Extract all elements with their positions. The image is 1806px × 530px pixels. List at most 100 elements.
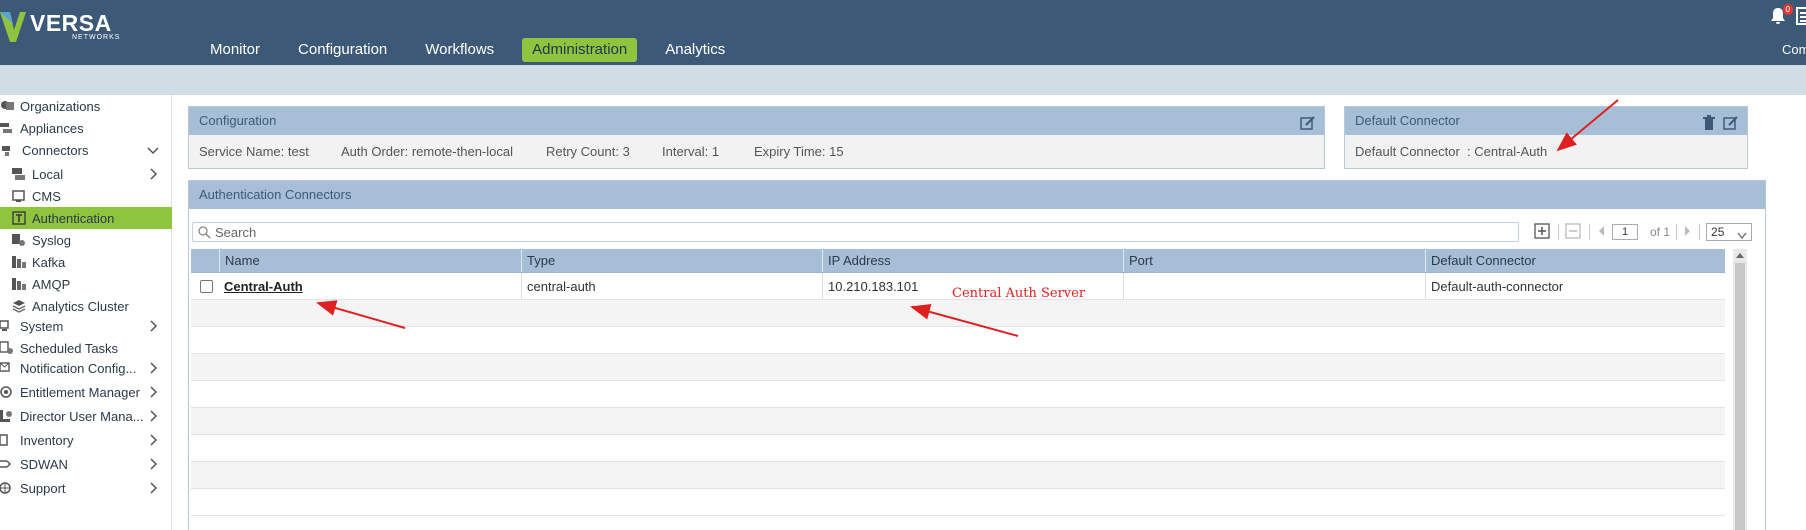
- sidebar-item-label: Organizations: [20, 98, 101, 114]
- configuration-panel-header: Configuration: [189, 107, 1324, 135]
- page-number-input[interactable]: 1: [1612, 224, 1638, 240]
- retry-count-value: 3: [622, 144, 630, 159]
- nav-workflows[interactable]: Workflows: [415, 38, 504, 62]
- appliances-icon: [0, 121, 14, 135]
- sidebar-item-label: AMQP: [32, 276, 71, 292]
- chevron-right-icon[interactable]: [146, 409, 160, 423]
- page-count-label: of 1: [1650, 225, 1671, 239]
- authentication-icon: [12, 211, 26, 225]
- admin-sidebar: Organizations Appliances Connectors Loca…: [0, 95, 172, 530]
- notifications-bell-icon[interactable]: 0: [1770, 4, 1793, 25]
- local-icon: [12, 167, 26, 181]
- default-connector-panel-header: Default Connector: [1345, 107, 1747, 135]
- empty-table-row: [191, 327, 1725, 354]
- prev-page-icon[interactable]: [1596, 223, 1606, 241]
- remove-icon[interactable]: [1565, 223, 1583, 241]
- notification-icon: [0, 361, 14, 375]
- scroll-up-icon[interactable]: [1736, 253, 1744, 258]
- panel-title: Default Connector: [1355, 113, 1460, 128]
- chevron-right-icon[interactable]: [146, 167, 160, 181]
- sidebar-item-scheduled-tasks[interactable]: Scheduled Tasks: [0, 337, 172, 359]
- add-icon[interactable]: [1534, 223, 1552, 241]
- sidebar-item-syslog[interactable]: Syslog: [0, 229, 172, 251]
- search-input[interactable]: Search: [192, 222, 1519, 242]
- sidebar-item-appliances[interactable]: Appliances: [0, 117, 172, 139]
- sidebar-item-amqp[interactable]: AMQP: [0, 273, 172, 295]
- interval-field: Interval: 1: [662, 144, 720, 159]
- column-header-port[interactable]: Port: [1123, 249, 1425, 272]
- chevron-right-icon[interactable]: [146, 385, 160, 399]
- sidebar-item-authentication[interactable]: Authentication: [0, 207, 172, 229]
- sidebar-item-label: Inventory: [20, 432, 74, 448]
- nav-monitor[interactable]: Monitor: [200, 38, 270, 62]
- task-list-icon[interactable]: [1796, 7, 1806, 25]
- next-page-icon[interactable]: [1683, 223, 1693, 241]
- auth-order-value: remote-then-local: [411, 144, 513, 159]
- chevron-right-icon[interactable]: [146, 319, 160, 333]
- panel-title: Authentication Connectors: [199, 187, 352, 202]
- amqp-icon: [12, 277, 26, 291]
- edit-icon[interactable]: [1723, 113, 1739, 130]
- pagination: 1 of 1 25: [1534, 221, 1753, 243]
- sidebar-item-connectors[interactable]: Connectors: [0, 139, 172, 161]
- scrollbar-thumb[interactable]: [1735, 263, 1745, 530]
- search-placeholder: Search: [215, 225, 257, 240]
- trash-icon[interactable]: [1701, 113, 1717, 130]
- connector-name-link[interactable]: Central-Auth: [224, 279, 303, 294]
- column-header-name[interactable]: Name: [219, 249, 521, 272]
- default-connector-value: Central-Auth: [1474, 144, 1548, 159]
- table-scrollbar[interactable]: [1733, 249, 1747, 530]
- sidebar-item-organizations[interactable]: Organizations: [0, 95, 172, 117]
- nav-configuration[interactable]: Configuration: [288, 38, 397, 62]
- service-name-field: Service Name: test: [199, 144, 309, 159]
- brand-name: VERSA: [30, 10, 112, 36]
- authentication-connectors-header: Authentication Connectors: [189, 181, 1765, 209]
- organizations-icon: [0, 99, 14, 113]
- user-menu[interactable]: Com: [1782, 42, 1806, 57]
- chevron-right-icon[interactable]: [146, 457, 160, 471]
- sidebar-item-kafka[interactable]: Kafka: [0, 251, 172, 273]
- empty-table-row: [191, 462, 1725, 489]
- versa-logo[interactable]: VERSA NETWORKS: [0, 4, 130, 44]
- sidebar-item-director-user-management[interactable]: Director User Mana...: [0, 405, 172, 427]
- support-icon: [0, 481, 14, 495]
- sidebar-item-inventory[interactable]: Inventory: [0, 429, 172, 451]
- sub-header-bar: [0, 65, 1806, 95]
- chevron-right-icon[interactable]: [146, 481, 160, 495]
- brand-subtitle: NETWORKS: [72, 34, 121, 41]
- page-size-value: 25: [1711, 225, 1725, 239]
- sidebar-item-entitlement-manager[interactable]: Entitlement Manager: [0, 381, 172, 403]
- page-size-select[interactable]: 25: [1706, 223, 1753, 241]
- column-header-ip-address[interactable]: IP Address: [822, 249, 1123, 272]
- sidebar-item-local[interactable]: Local: [0, 163, 172, 185]
- column-header-default-connector[interactable]: Default Connector: [1425, 249, 1725, 272]
- chevron-right-icon[interactable]: [146, 433, 160, 447]
- row-select-cell: [191, 273, 219, 299]
- row-checkbox[interactable]: [200, 279, 213, 293]
- sidebar-item-cms[interactable]: CMS: [0, 185, 172, 207]
- chevron-down-icon[interactable]: [146, 143, 160, 157]
- type-cell: central-auth: [521, 273, 822, 299]
- column-header-type[interactable]: Type: [521, 249, 822, 272]
- sidebar-item-label: Director User Mana...: [20, 408, 144, 424]
- sidebar-item-notification-config[interactable]: Notification Config...: [0, 357, 172, 379]
- main-nav: Monitor Configuration Workflows Administ…: [200, 38, 749, 62]
- sidebar-item-label: CMS: [32, 188, 61, 204]
- sidebar-item-analytics-cluster[interactable]: Analytics Cluster: [0, 295, 172, 317]
- name-cell: Central-Auth: [219, 273, 521, 299]
- expiry-time-field: Expiry Time: 15: [754, 144, 844, 159]
- versa-logo-mark: [0, 12, 26, 42]
- sidebar-item-support[interactable]: Support: [0, 477, 172, 499]
- sidebar-item-label: Entitlement Manager: [20, 384, 140, 400]
- edit-icon[interactable]: [1300, 113, 1316, 130]
- nav-administration[interactable]: Administration: [522, 38, 638, 62]
- sidebar-item-sdwan[interactable]: SDWAN: [0, 453, 172, 475]
- divider: [1558, 224, 1559, 240]
- divider: [1676, 224, 1678, 240]
- chevron-right-icon[interactable]: [146, 361, 160, 375]
- sidebar-item-label: System: [20, 318, 64, 334]
- empty-table-row: [191, 435, 1725, 462]
- top-nav-bar: VERSA NETWORKS Monitor Configuration Wor…: [0, 0, 1806, 65]
- nav-analytics[interactable]: Analytics: [655, 38, 735, 62]
- sidebar-item-system[interactable]: System: [0, 315, 172, 337]
